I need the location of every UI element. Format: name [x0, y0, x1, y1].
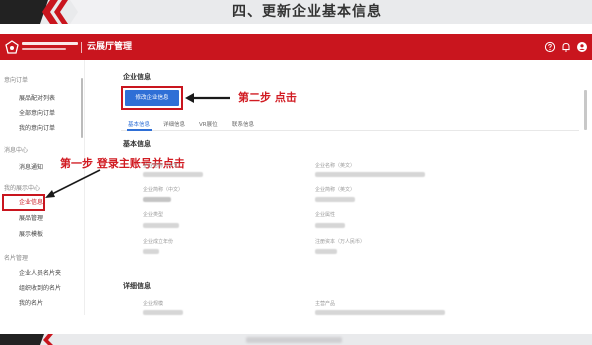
sidebar-group-label: 意向订单: [4, 77, 29, 84]
logo-wordmark: [22, 42, 78, 50]
app-header: 云展厅管理: [0, 34, 592, 60]
blurred-value: [315, 172, 425, 177]
basic-info-title: 基本信息: [123, 140, 151, 148]
blurred-value: [315, 249, 337, 254]
blurred-value: [143, 197, 171, 202]
field-label: 企业成立年份: [143, 239, 174, 245]
blurred-value: [315, 197, 355, 202]
active-tab-indicator: [127, 129, 152, 131]
blurred-value: [315, 310, 445, 315]
sidebar-item-staff-cards[interactable]: 企业人员名片夹: [19, 270, 61, 278]
blurred-value: [315, 223, 345, 228]
app-title: 云展厅管理: [87, 42, 133, 52]
sidebar-group-label: 我的展示中心: [4, 185, 41, 192]
tab-detail-info[interactable]: 详细信息: [163, 121, 185, 129]
sidebar-item-display-template[interactable]: 展示模板: [19, 231, 43, 239]
field-label: 企业名称（中文）: [143, 163, 184, 169]
sidebar-item-my-orders[interactable]: 我的意向订单: [19, 125, 55, 133]
user-icon[interactable]: [576, 41, 588, 53]
field-label: 主营产品: [315, 301, 336, 307]
field-label: 企业简称（中文）: [143, 187, 184, 193]
detail-info-title: 详细信息: [123, 282, 151, 290]
field-label: 企业属性: [315, 212, 336, 218]
sidebar-item-match-list[interactable]: 展品配对列表: [19, 95, 55, 103]
bell-icon[interactable]: [560, 41, 572, 53]
help-icon[interactable]: [544, 41, 556, 53]
blurred-heading: [246, 337, 342, 343]
chevron-decoration-icon: [0, 0, 120, 24]
section-title: 企业信息: [123, 73, 151, 81]
field-label: 企业规模: [143, 301, 164, 307]
blurred-value: [143, 223, 179, 228]
field-label: 企业类型: [143, 212, 164, 218]
sidebar-item-received-cards[interactable]: 组织收到的名片: [19, 285, 61, 293]
blurred-value: [143, 249, 159, 254]
sidebar-item-all-orders[interactable]: 全部意向订单: [19, 110, 55, 118]
blurred-value: [143, 310, 183, 315]
sidebar-group-label: 名片管理: [4, 255, 29, 262]
main-scrollbar[interactable]: [584, 90, 587, 130]
blurred-value: [143, 172, 203, 177]
tabs-divider: [121, 130, 579, 131]
slide-banner: 四、更新企业基本信息: [0, 0, 592, 24]
field-label: 企业名称（英文）: [315, 163, 356, 169]
logo-icon: [5, 40, 19, 54]
edit-company-info-button[interactable]: 修改企业信息: [125, 90, 179, 106]
sidebar-item-product-management[interactable]: 展品管理: [19, 215, 43, 223]
slide-heading: 四、更新企业基本信息: [232, 4, 382, 20]
sidebar-item-notifications[interactable]: 消息通知: [19, 164, 43, 172]
header-divider: [81, 42, 82, 53]
step2-annotation: 第二步 点击: [238, 91, 297, 104]
slide-banner-bottom: [0, 334, 592, 345]
tab-basic-info[interactable]: 基本信息: [128, 121, 150, 129]
sidebar-group-label: 消息中心: [4, 147, 29, 154]
field-label: 注册资本（万人民币）: [315, 239, 366, 245]
sidebar-item-my-card[interactable]: 我的名片: [19, 300, 43, 308]
field-label: 企业简称（英文）: [315, 187, 356, 193]
tab-contact-info[interactable]: 联系信息: [232, 121, 254, 129]
sidebar-scrollbar[interactable]: [81, 78, 83, 138]
chevron-decoration-icon: [0, 334, 53, 345]
tab-vr-booth[interactable]: VR展位: [199, 121, 218, 129]
sidebar-item-company-info[interactable]: 企业信息: [19, 199, 43, 207]
